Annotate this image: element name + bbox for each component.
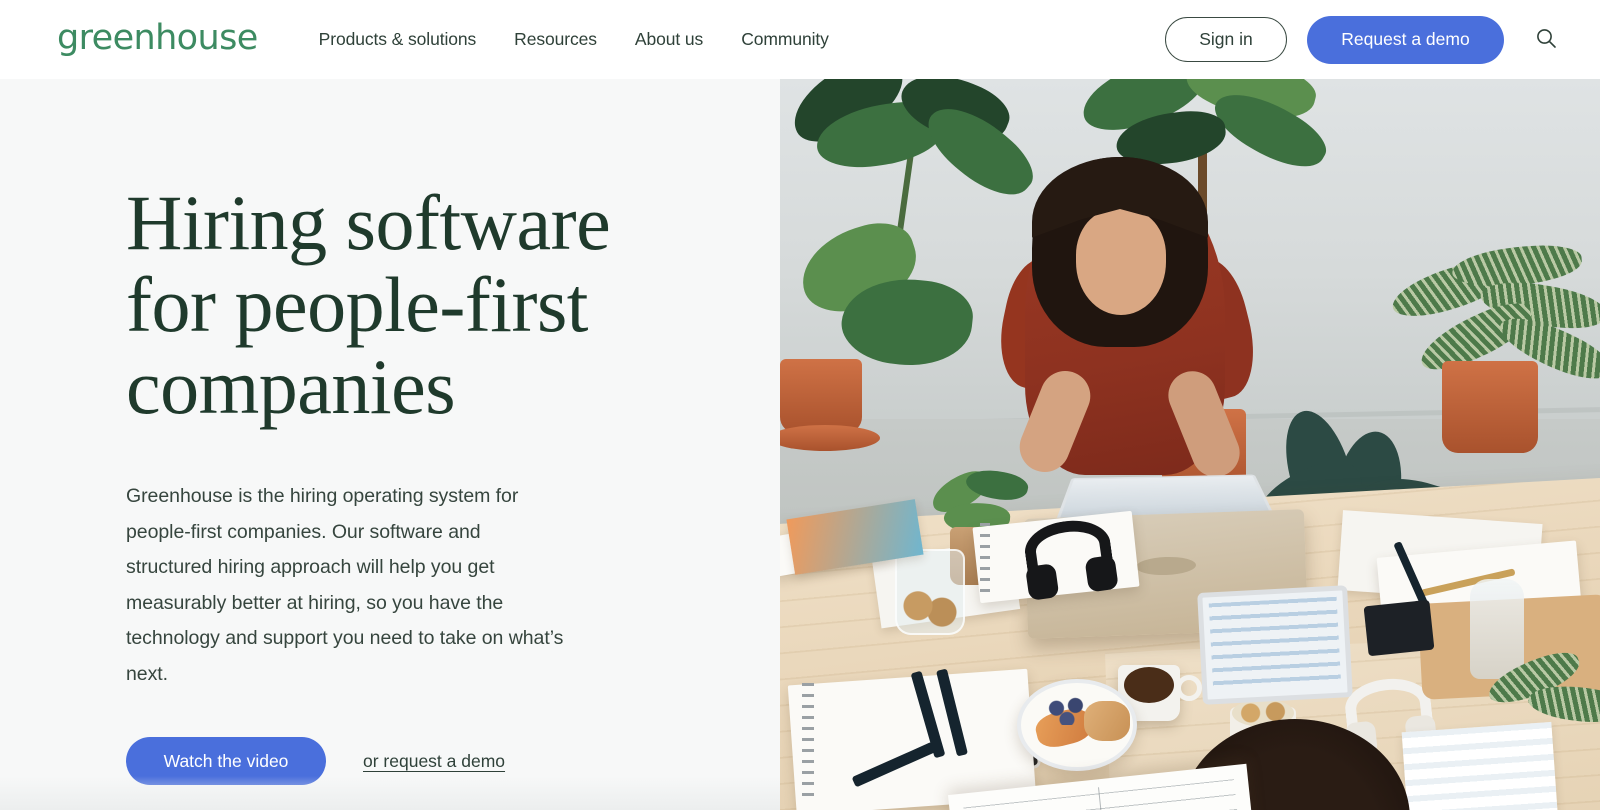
landing-page: greenhouse Products & solutions Resource…: [0, 0, 1600, 810]
notebook-black: [1363, 599, 1435, 657]
request-demo-link[interactable]: or request a demo: [363, 751, 505, 772]
request-demo-button[interactable]: Request a demo: [1307, 15, 1504, 64]
hero-text-panel: Hiring software for people-first compani…: [0, 79, 780, 810]
cookies: [900, 589, 960, 631]
headphone-cup-left: [1024, 563, 1060, 601]
hero-photo-scene: [780, 79, 1600, 810]
hero-photo: ✕ Welcome back! How can we help?: [780, 79, 1600, 810]
main-navigation: Products & solutions Resources About us …: [300, 21, 848, 58]
paper-grid-right: [1401, 721, 1561, 810]
site-header: greenhouse Products & solutions Resource…: [0, 0, 1600, 79]
nav-item-community[interactable]: Community: [722, 21, 848, 58]
toast-slice-2: [1084, 701, 1130, 741]
tablet-spreadsheet: [1208, 596, 1342, 694]
search-icon: [1534, 26, 1558, 53]
sign-in-button[interactable]: Sign in: [1165, 17, 1287, 62]
coffee-surface: [1124, 667, 1174, 703]
blueberries: [1046, 697, 1088, 725]
mug-handle: [1176, 675, 1202, 701]
notebook-spiral-lower: [802, 683, 814, 801]
header-actions: Sign in Request a demo: [1165, 0, 1600, 79]
nav-item-products-solutions[interactable]: Products & solutions: [300, 21, 496, 58]
hero-section: Hiring software for people-first compani…: [0, 79, 1600, 810]
greenhouse-logo[interactable]: greenhouse: [57, 20, 258, 59]
tablet: [1197, 585, 1353, 705]
headphones-black: [1021, 515, 1119, 601]
nav-item-about-us[interactable]: About us: [616, 21, 722, 58]
nav-item-resources[interactable]: Resources: [495, 21, 616, 58]
water-bottle: [1470, 579, 1524, 679]
page-title: Hiring software for people-first compani…: [126, 179, 611, 430]
search-button[interactable]: [1518, 12, 1574, 68]
hero-description: Greenhouse is the hiring operating syste…: [126, 485, 564, 685]
person-face: [1076, 209, 1166, 315]
notebook-spiral-top: [980, 523, 990, 593]
headphone-cup-right: [1084, 554, 1119, 593]
bottom-gradient: [0, 776, 780, 810]
